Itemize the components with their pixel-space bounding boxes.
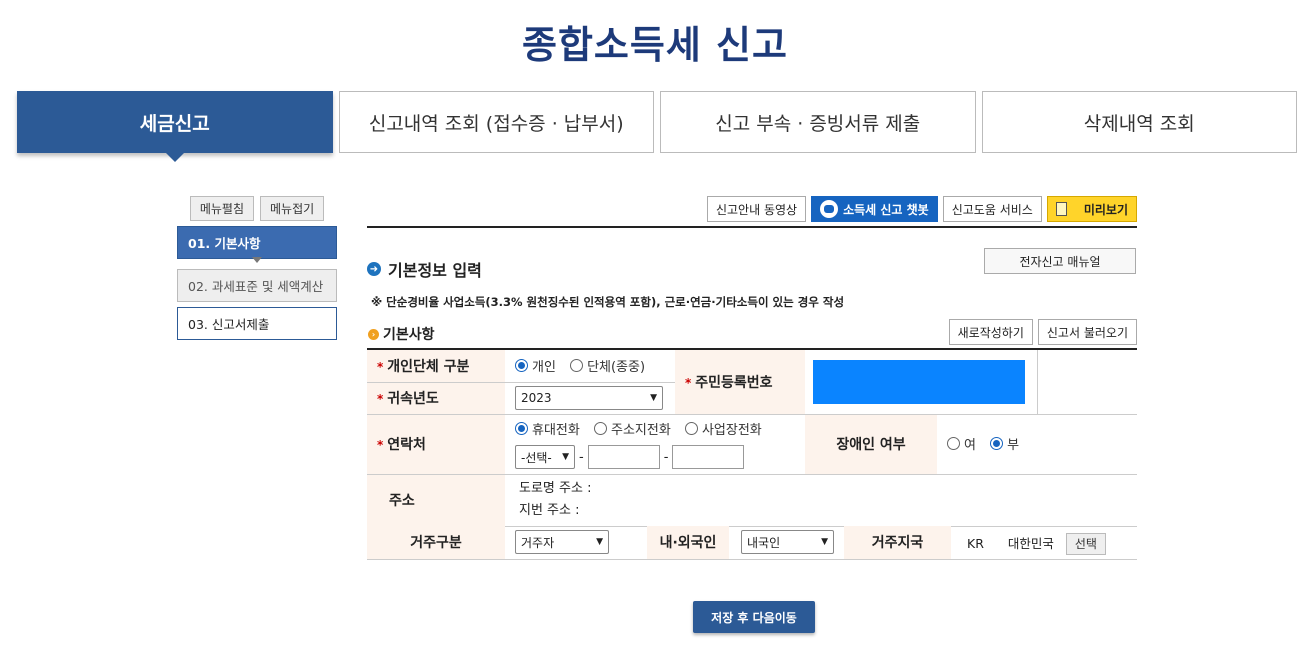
country-cell: KR 대한민국 선택 [951,525,1137,560]
year-label-cell: * 귀속년도 [367,382,505,415]
residence-label: 거주구분 [410,535,462,552]
disabled-label: 장애인 여부 [836,437,906,453]
new-form-button[interactable]: 새로작성하기 [948,319,1033,345]
section-heading: ➜ 기본정보 입력 [367,257,482,281]
preview-label: 미리보기 [1083,202,1128,217]
radio-home-phone[interactable]: 주소지전화 [593,419,671,438]
dash-text: - [579,449,584,465]
year-select[interactable]: 2023 ▼ [515,386,663,410]
chatbot-label: 소득세 신고 챗봇 [843,202,929,217]
rrn-cell [805,350,1037,415]
country-name: 대한민국 [1007,535,1054,551]
radio-mobile[interactable]: 휴대전화 [515,419,580,438]
load-form-button[interactable]: 신고서 불러오기 [1037,319,1137,345]
tab-deleted-history[interactable]: 삭제내역 조회 [981,91,1297,153]
country-select-button[interactable]: 선택 [1065,532,1106,555]
tab-tax-filing[interactable]: 세금신고 [17,91,333,162]
help-service-label: 신고도움 서비스 [951,202,1033,217]
rrn-redacted-field[interactable] [813,359,1025,404]
subsection-title: 기본사항 [383,327,435,343]
radio-disabled-yes[interactable]: 여 [947,434,976,453]
step-tax-calc[interactable]: 02. 과세표준 및 세액계산 [177,269,337,302]
year-cell: 2023 ▼ [505,382,675,415]
arrow-circle-icon: ➜ [367,262,381,276]
address-cell: 도로명 주소 : 지번 주소 : [505,474,1137,527]
type-label: 개인단체 구분 [387,358,470,375]
basic-info-form: * 개인단체 구분 개인 단체(종중) * 주민등록번호 * 귀속년도 2023 ▼ *… [367,348,1137,560]
rrn-label: 주민등록번호 [695,374,773,391]
tab-attachment-submit[interactable]: 신고 부속 · 증빙서류 제출 [660,91,976,153]
radio-office-phone[interactable]: 사업장전화 [684,419,762,438]
residence-select[interactable]: 거주자 ▼ [515,530,609,555]
radio-group[interactable]: 단체(종중) [570,356,645,375]
save-next-button[interactable]: 저장 후 다음이동 [693,601,815,633]
guide-video-button[interactable]: 신고안내 동영상 [706,196,807,222]
address-label: 주소 [389,493,415,509]
country-label: 거주지국 [871,535,924,552]
country-code: KR [967,535,984,551]
top-toolbar: 신고안내 동영상 소득세 신고 챗봇 신고도움 서비스 미리보기 [706,196,1137,222]
contact-cell: 휴대전화 주소지전화 사업장전화 -선택- ▼ - - [505,414,805,475]
dash-text: - [663,449,669,465]
subsection-heading: › 기본사항 [368,324,435,344]
left-step-nav: 메뉴펼침 메뉴접기 01. 기본사항 02. 과세표준 및 세액계산 03. 신… [177,196,337,340]
subsection-buttons: 새로작성하기 신고서 불러오기 [948,319,1137,345]
preview-button[interactable]: 미리보기 [1046,196,1137,222]
required-mark: * [377,359,384,374]
contact-label-cell: * 연락처 [367,414,505,475]
collapse-menu-button[interactable]: 메뉴접기 [260,196,325,221]
document-icon [1055,202,1067,216]
nationality-label-cell: 내·외국인 [647,525,729,560]
nationality-cell: 내국인 ▼ [729,525,844,560]
lot-address-text: 지번 주소 : [519,503,580,518]
year-label: 귀속년도 [387,391,439,407]
disabled-cell: 여 부 [937,414,1137,475]
chatbot-button[interactable]: 소득세 신고 챗봇 [811,196,938,222]
bullet-icon: › [368,328,379,340]
expand-menu-button[interactable]: 메뉴펼침 [189,196,254,221]
main-tabs: 세금신고 신고내역 조회 (접수증 · 납부서) 신고 부속 · 증빙서류 제출… [17,91,1297,162]
address-label-cell: 주소 [367,474,505,527]
disabled-label-cell: 장애인 여부 [805,414,937,475]
phone-middle-input[interactable] [587,445,660,469]
page-title: 종합소득세 신고 [522,23,788,67]
type-label-cell: * 개인단체 구분 [367,350,505,383]
help-service-button[interactable]: 신고도움 서비스 [942,196,1042,222]
manual-button[interactable]: 전자신고 매뉴얼 [984,248,1136,274]
filing-note: ※ 단순경비율 사업소득(3.3% 원천징수된 인적용역 포함), 근로·연금·… [371,295,845,309]
radio-individual[interactable]: 개인 [515,356,556,375]
road-address-text: 도로명 주소 : [519,481,592,496]
toolbar-divider [367,226,1137,228]
rrn-label-cell: * 주민등록번호 [675,350,805,415]
chatbot-icon [820,200,839,218]
radio-disabled-no[interactable]: 부 [990,434,1019,453]
chevron-down-icon: ▼ [650,393,657,403]
residence-cell: 거주자 ▼ [505,525,647,560]
nationality-select[interactable]: 내국인 ▼ [741,530,834,555]
phone-prefix-select[interactable]: -선택- ▼ [515,445,575,469]
step-basic-info[interactable]: 01. 기본사항 [177,226,337,259]
step-arrow-icon [177,257,337,269]
section-title: 기본정보 입력 [388,261,482,280]
phone-last-input[interactable] [672,445,745,469]
tab-filing-history[interactable]: 신고내역 조회 (접수증 · 납부서) [338,91,654,153]
nationality-label: 내·외국인 [659,535,717,552]
country-label-cell: 거주지국 [844,525,951,560]
rrn-blank-cell [1036,350,1137,415]
type-radio-cell: 개인 단체(종중) [505,350,675,383]
guide-video-label: 신고안내 동영상 [715,202,798,217]
residence-label-cell: 거주구분 [367,525,505,560]
step-submit[interactable]: 03. 신고서제출 [177,307,337,340]
contact-label: 연락처 [387,437,426,453]
